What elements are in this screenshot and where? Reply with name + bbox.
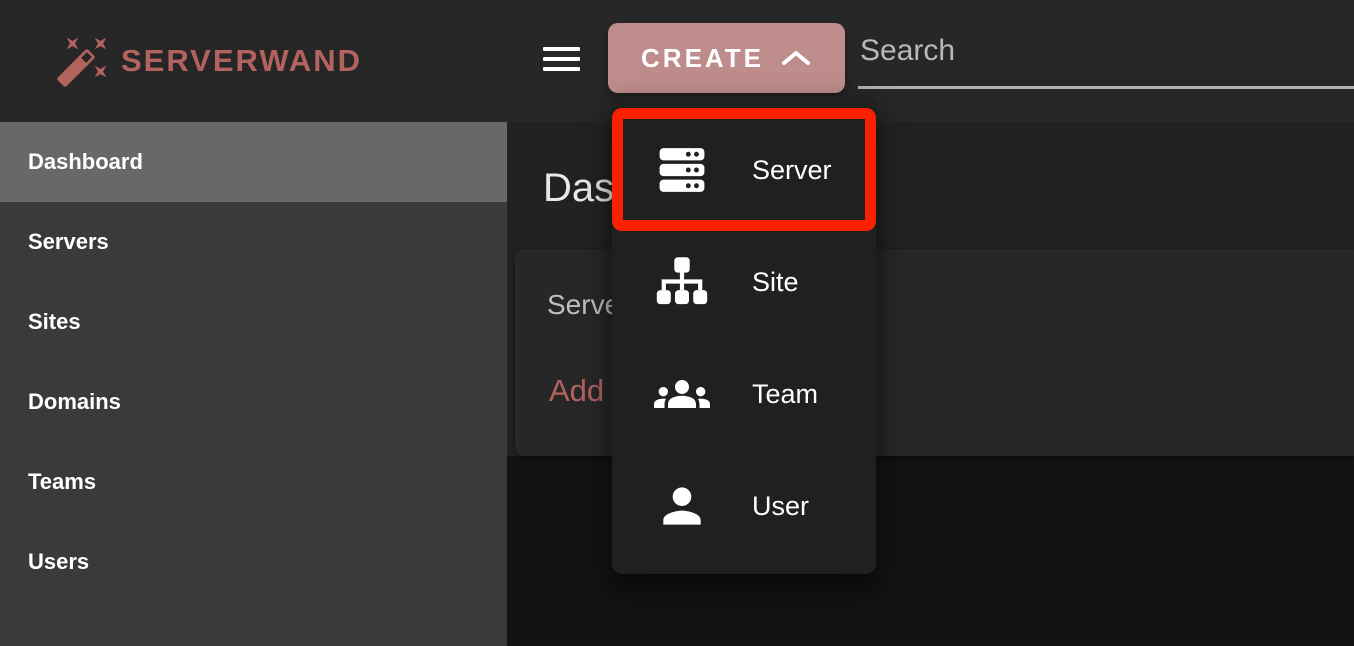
- sidebar-item-label: Domains: [28, 389, 121, 415]
- sidebar-item-label: Users: [28, 549, 89, 575]
- hamburger-menu-icon[interactable]: [543, 47, 580, 71]
- sidebar-item-label: Sites: [28, 309, 81, 335]
- magic-wand-icon: [55, 33, 111, 89]
- sidebar-item-label: Servers: [28, 229, 109, 255]
- create-button[interactable]: CREATE: [608, 23, 845, 93]
- create-dropdown-menu: Server Site Team User: [612, 96, 876, 574]
- server-icon: [654, 142, 710, 198]
- brand-name: SERVERWAND: [121, 43, 362, 79]
- sidebar-item-servers[interactable]: Servers: [0, 202, 507, 282]
- search-input[interactable]: [858, 34, 1354, 89]
- sidebar-item-label: Dashboard: [28, 149, 143, 175]
- create-button-label: CREATE: [641, 43, 764, 74]
- menu-item-label: Server: [752, 155, 832, 186]
- team-icon: [654, 366, 710, 422]
- brand[interactable]: SERVERWAND: [0, 0, 507, 122]
- sidebar: SERVERWAND Dashboard Servers Sites Domai…: [0, 0, 507, 646]
- menu-item-label: Site: [752, 267, 799, 298]
- sidebar-item-users[interactable]: Users: [0, 522, 507, 602]
- menu-item-label: User: [752, 491, 809, 522]
- menu-item-server[interactable]: Server: [612, 114, 876, 226]
- menu-item-user[interactable]: User: [612, 450, 876, 562]
- menu-item-label: Team: [752, 379, 818, 410]
- sidebar-item-dashboard[interactable]: Dashboard: [0, 122, 507, 202]
- chevron-up-icon: [780, 49, 812, 67]
- sidebar-item-domains[interactable]: Domains: [0, 362, 507, 442]
- menu-item-team[interactable]: Team: [612, 338, 876, 450]
- sidebar-item-label: Teams: [28, 469, 96, 495]
- sitemap-icon: [654, 254, 710, 310]
- user-icon: [654, 478, 710, 534]
- sidebar-item-teams[interactable]: Teams: [0, 442, 507, 522]
- menu-item-site[interactable]: Site: [612, 226, 876, 338]
- sidebar-item-sites[interactable]: Sites: [0, 282, 507, 362]
